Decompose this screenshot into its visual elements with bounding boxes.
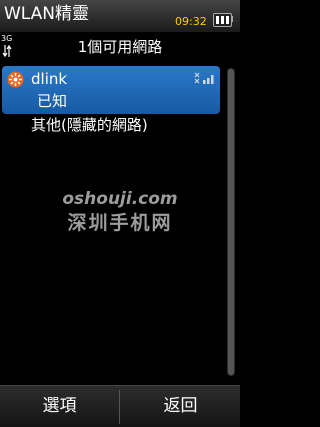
options-softkey[interactable]: 選項	[0, 386, 119, 427]
other-networks-label: 其他(隱藏的網路)	[31, 116, 148, 134]
watermark-name: 深圳手机网	[67, 212, 173, 234]
network-status: 已知	[37, 92, 68, 110]
page-heading: 1個可用網路	[77, 38, 163, 56]
app-title: WLAN精靈	[4, 4, 90, 24]
back-softkey[interactable]: 返回	[121, 386, 240, 427]
battery-nub	[231, 16, 233, 22]
watermark-domain: oshouji.com	[62, 189, 178, 209]
signal-strength-icon	[194, 72, 214, 84]
clock: 09:32	[175, 15, 207, 28]
softkey-bar: 選項 返回	[0, 385, 240, 427]
title-bar: WLAN精靈 09:32	[0, 0, 240, 32]
network-item-dlink[interactable]: dlink 已知	[2, 66, 220, 114]
battery-cell	[221, 16, 224, 24]
softkey-divider	[119, 390, 120, 424]
network-name: dlink	[31, 70, 68, 88]
watermark: oshouji.com 深圳手机网	[0, 188, 240, 236]
battery-cell	[226, 16, 229, 24]
battery-cell	[216, 16, 219, 24]
wlan-network-icon	[7, 71, 24, 88]
other-hidden-networks-item[interactable]: 其他(隱藏的網路)	[2, 114, 220, 138]
battery-icon	[213, 13, 232, 27]
